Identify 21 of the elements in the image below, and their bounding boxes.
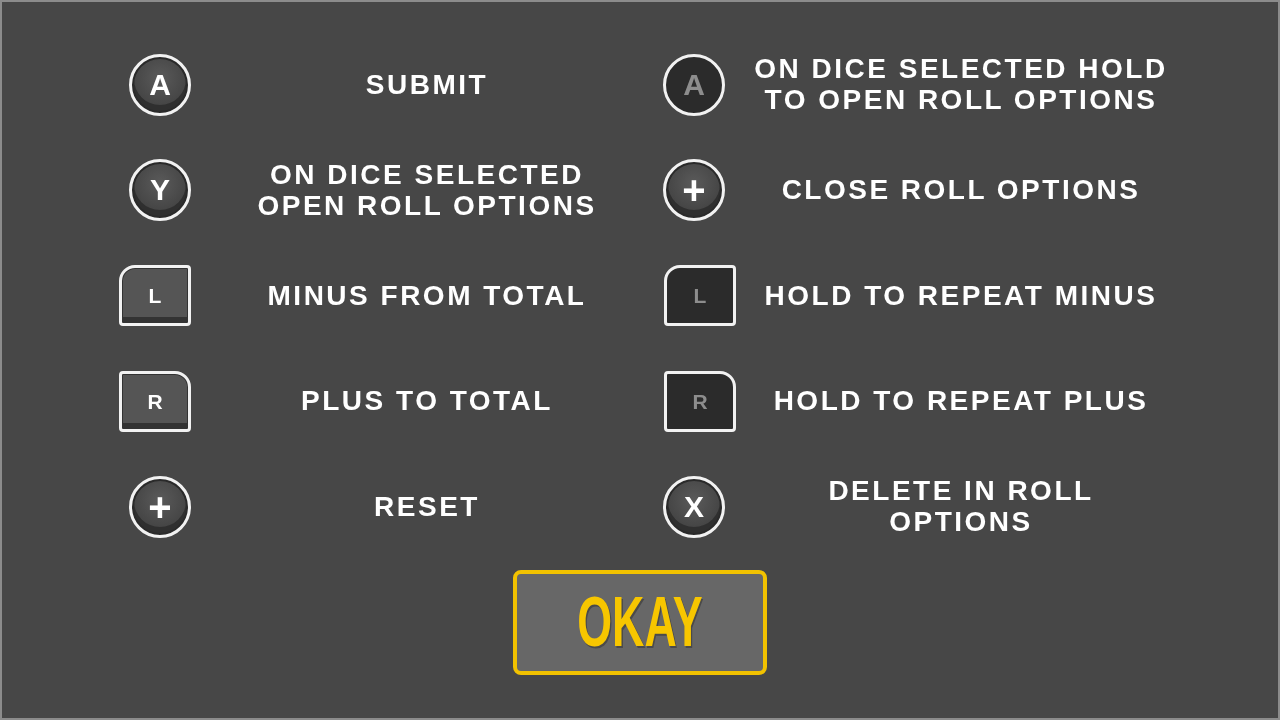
round-key-glyph: A: [129, 53, 191, 116]
action-label: CLOSE ROLL OPTIONS: [781, 174, 1141, 206]
shoulder-key-glyph: R: [119, 370, 191, 432]
action-label: PLUS TO TOTAL: [301, 385, 553, 417]
round-key-glyph: +: [663, 159, 725, 222]
action-label: MINUS FROM TOTAL: [267, 279, 587, 311]
round-key-glyph: Y: [129, 159, 191, 222]
action-label: HOLD TO REPEAT MINUS: [764, 279, 1158, 311]
round-key-glyph: A: [663, 53, 725, 116]
shoulder-key-glyph: L: [119, 265, 191, 327]
okay-button[interactable]: OKAY: [513, 569, 767, 675]
action-label: SUBMIT: [365, 68, 489, 100]
action-label: ON DICE SELECTED HOLD TO OPEN ROLL OPTIONS: [754, 53, 1168, 116]
round-key-glyph: X: [663, 475, 725, 538]
action-label: ON DICE SELECTED OPEN ROLL OPTIONS: [257, 158, 597, 221]
round-key-glyph: +: [129, 475, 191, 538]
shoulder-key-glyph: L: [664, 265, 736, 327]
shoulder-key-glyph: R: [664, 370, 736, 432]
action-label: DELETE IN ROLL OPTIONS: [828, 475, 1094, 538]
action-label: HOLD TO REPEAT PLUS: [773, 385, 1149, 417]
action-label: RESET: [374, 490, 480, 522]
